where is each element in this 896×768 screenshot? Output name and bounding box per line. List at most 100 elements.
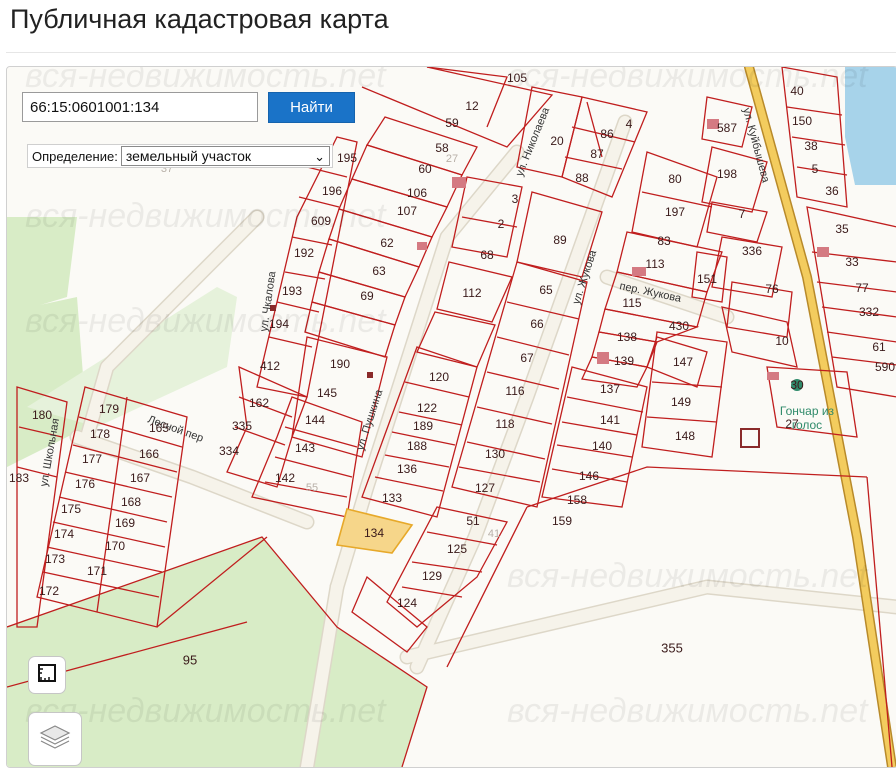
plot-label-2: 2 xyxy=(498,217,505,231)
plot-label-188: 188 xyxy=(407,439,427,453)
plot-label-67: 67 xyxy=(520,351,534,365)
definition-selected-value: земельный участок xyxy=(125,148,252,164)
plot-label-168: 168 xyxy=(121,495,141,509)
building xyxy=(367,372,373,378)
plot-label-69: 69 xyxy=(360,289,374,303)
building xyxy=(417,242,427,250)
plot-label-76: 76 xyxy=(765,282,779,296)
plot-label-3: 3 xyxy=(512,192,519,206)
plot-label-173: 173 xyxy=(45,552,65,566)
plot-label-412: 412 xyxy=(260,359,280,373)
plot-label-176: 176 xyxy=(75,477,95,491)
plot-label-590: 590 xyxy=(875,360,895,374)
measure-icon xyxy=(36,662,58,689)
definition-select[interactable]: земельный участок ⌄ xyxy=(120,146,330,166)
plot-label-150: 150 xyxy=(792,114,812,128)
plot-label-63: 63 xyxy=(372,264,386,278)
plot-label-36: 36 xyxy=(825,184,839,198)
plot-label-140: 140 xyxy=(592,439,612,453)
plot-label-106: 106 xyxy=(407,186,427,200)
plot-label-77: 77 xyxy=(855,281,869,295)
plot-label-124: 124 xyxy=(397,596,417,610)
plot-label-38: 38 xyxy=(804,139,818,153)
plot-label-158: 158 xyxy=(567,493,587,507)
plot-label-20: 20 xyxy=(550,134,564,148)
plot-label-5: 5 xyxy=(812,162,819,176)
plot-label-12: 12 xyxy=(465,99,479,113)
plot-label-198: 198 xyxy=(717,167,737,181)
watermark: вся-недвижимость.net xyxy=(25,302,387,340)
layers-tool-button[interactable] xyxy=(28,712,82,766)
plot-label-134: 134 xyxy=(364,526,384,540)
plot-label-139: 139 xyxy=(614,354,634,368)
plot-label-113: 113 xyxy=(645,257,664,271)
plot-label-197: 197 xyxy=(665,205,685,219)
plot-label-151: 151 xyxy=(697,272,717,286)
chevron-down-icon: ⌄ xyxy=(314,149,325,164)
poi-label: Гончар из xyxy=(780,404,835,418)
measure-tool-button[interactable] xyxy=(28,656,66,694)
cadastral-number-input[interactable] xyxy=(22,92,258,122)
plot-label-183: 183 xyxy=(9,471,29,485)
plot-label-171: 171 xyxy=(87,564,107,578)
plot-label-4: 4 xyxy=(626,117,633,131)
watermark: вся-недвижимость.net xyxy=(25,67,387,95)
plot-label-112: 112 xyxy=(462,286,481,300)
plot-label-175: 175 xyxy=(61,502,81,516)
plot-label-149: 149 xyxy=(671,395,691,409)
plot-label-145: 145 xyxy=(317,386,337,400)
plot-label-125: 125 xyxy=(447,542,467,556)
plot-label-87: 87 xyxy=(590,147,604,161)
plot-label-40: 40 xyxy=(790,84,804,98)
plot-label-107: 107 xyxy=(397,204,417,218)
title-divider xyxy=(6,52,896,53)
plot-label-166: 166 xyxy=(139,447,159,461)
plot-label-148: 148 xyxy=(675,429,695,443)
watermark: вся-недвижимость.net xyxy=(25,197,387,235)
plot-label-127: 127 xyxy=(475,481,495,495)
plot-label-10: 10 xyxy=(775,334,789,348)
plot-label-35: 35 xyxy=(835,222,849,236)
plot-label-27: 27 xyxy=(446,153,458,165)
poi-code: 27 xyxy=(785,417,799,431)
building xyxy=(632,267,646,276)
plot-label-196: 196 xyxy=(322,184,342,198)
plot-label-138: 138 xyxy=(617,330,637,344)
plot-label-116: 116 xyxy=(505,384,524,398)
find-button[interactable]: Найти xyxy=(268,92,355,123)
plot-label-80: 80 xyxy=(668,172,682,186)
plot-label-122: 122 xyxy=(417,401,437,415)
plot-label-180: 180 xyxy=(32,408,52,422)
plot-label-61: 61 xyxy=(872,340,886,354)
plot-label-133: 133 xyxy=(382,491,402,505)
plot-label-41: 41 xyxy=(488,528,500,540)
plot-label-177: 177 xyxy=(82,452,102,466)
plot-label-165: 165 xyxy=(149,421,169,435)
plot-label-129: 129 xyxy=(422,569,442,583)
plot-label-118: 118 xyxy=(495,417,514,431)
watermark: вся-недвижимость.net xyxy=(507,557,869,595)
plot-label-195: 195 xyxy=(337,151,357,165)
plot-label-179: 179 xyxy=(99,402,119,416)
plot-label-167: 167 xyxy=(130,471,150,485)
plot-label-88: 88 xyxy=(575,171,589,185)
plot-label-162: 162 xyxy=(249,396,269,410)
plot-label-83: 83 xyxy=(657,234,671,248)
plot-label-30: 30 xyxy=(790,378,804,392)
plot-label-147: 147 xyxy=(673,355,693,369)
plot-label-7: 7 xyxy=(739,207,746,221)
map-container[interactable]: вся-недвижимость.net вся-недвижимость.ne… xyxy=(6,66,896,768)
plot-label-190: 190 xyxy=(330,357,350,371)
building xyxy=(767,372,779,380)
plot-label-60: 60 xyxy=(418,162,432,176)
plot-label-159: 159 xyxy=(552,514,572,528)
plot-label-193: 193 xyxy=(282,284,302,298)
plot-label-66: 66 xyxy=(530,317,544,331)
plot-label-587: 587 xyxy=(717,121,737,135)
cadastral-map[interactable]: вся-недвижимость.net вся-недвижимость.ne… xyxy=(7,67,896,767)
definition-filter: Определение: земельный участок ⌄ xyxy=(27,144,333,168)
plot-label-137: 137 xyxy=(600,382,620,396)
plot-label-142: 142 xyxy=(275,471,295,485)
plot-label-55: 55 xyxy=(306,482,318,494)
plot-label-120: 120 xyxy=(429,370,449,384)
